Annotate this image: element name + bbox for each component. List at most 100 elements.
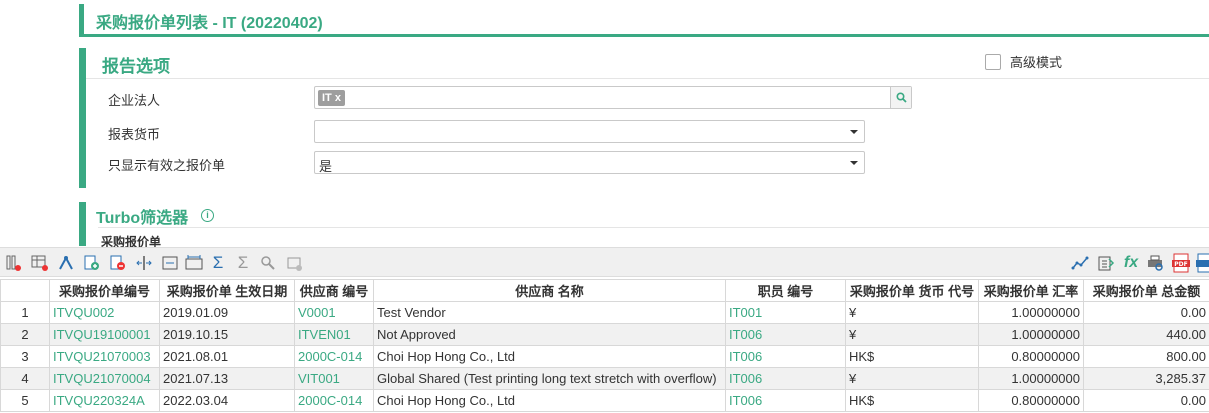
column-header-vendor-name[interactable]: 供应商 名称 — [373, 279, 726, 302]
auto-width-icon[interactable] — [184, 253, 204, 273]
remove-row-icon[interactable] — [108, 253, 128, 273]
vendor-name-cell: Global Shared (Test printing long text s… — [373, 367, 726, 390]
column-header-rate[interactable]: 采购报价单 汇率 — [978, 279, 1084, 302]
xls-icon[interactable] — [1195, 253, 1209, 273]
effective-date-cell: 2019.10.15 — [159, 323, 295, 346]
column-header-effective-date[interactable]: 采购报价单 生效日期 — [159, 279, 295, 302]
currency-cell: ¥ — [845, 301, 979, 324]
vendor-no-link[interactable]: 2000C-014 — [294, 345, 374, 368]
vendor-name-cell: Choi Hop Hong Co., Ltd — [373, 389, 726, 412]
table-header-row: 采购报价单编号 采购报价单 生效日期 供应商 编号 供应商 名称 职员 编号 采… — [0, 279, 1209, 302]
table-row[interactable]: 5 ITVQU220324A 2022.03.04 2000C-014 Choi… — [0, 389, 1209, 412]
search-button[interactable] — [890, 87, 911, 108]
rate-cell: 1.00000000 — [978, 301, 1084, 324]
table-row[interactable]: 3 ITVQU21070003 2021.08.01 2000C-014 Cho… — [0, 345, 1209, 368]
vendor-no-link[interactable]: 2000C-014 — [294, 389, 374, 412]
effective-date-cell: 2019.01.09 — [159, 301, 295, 324]
legal-entity-input[interactable]: IT x — [314, 86, 912, 109]
row-index: 1 — [0, 301, 50, 324]
vendor-no-link[interactable]: VIT001 — [294, 367, 374, 390]
rate-cell: 0.80000000 — [978, 389, 1084, 412]
row-index: 3 — [0, 345, 50, 368]
staff-no-link[interactable]: IT006 — [725, 345, 846, 368]
info-icon[interactable]: i — [201, 209, 214, 222]
vendor-no-link[interactable]: ITVEN01 — [294, 323, 374, 346]
column-header-quote-no[interactable]: 采购报价单编号 — [49, 279, 160, 302]
print-preview-icon[interactable] — [1145, 253, 1165, 273]
total-cell: 440.00 — [1083, 323, 1209, 346]
currency-cell: HK$ — [845, 389, 979, 412]
quote-no-link[interactable]: ITVQU220324A — [49, 389, 160, 412]
row-index: 2 — [0, 323, 50, 346]
legal-entity-label: 企业法人 — [108, 93, 161, 108]
column-header-index — [0, 279, 50, 302]
staff-no-link[interactable]: IT001 — [725, 301, 846, 324]
vendor-name-cell: Choi Hop Hong Co., Ltd — [373, 345, 726, 368]
valid-only-label: 只显示有效之报价单 — [108, 158, 226, 173]
currency-cell: ¥ — [845, 367, 979, 390]
expand-columns-icon[interactable] — [134, 253, 154, 273]
sum-icon[interactable]: Σ — [208, 253, 228, 273]
column-header-currency[interactable]: 采购报价单 货币 代号 — [845, 279, 979, 302]
table-row[interactable]: 2 ITVQU19100001 2019.10.15 ITVEN01 Not A… — [0, 323, 1209, 346]
entity-tag[interactable]: IT x — [318, 90, 345, 106]
export-icon[interactable] — [1096, 253, 1116, 273]
valid-only-select[interactable]: 是 — [314, 151, 865, 174]
sum-off-icon[interactable]: Σ — [233, 253, 253, 273]
quote-no-link[interactable]: ITVQU21070004 — [49, 367, 160, 390]
total-cell: 800.00 — [1083, 345, 1209, 368]
advanced-mode-toggle[interactable]: 高级模式 — [985, 52, 1062, 71]
quote-no-link[interactable]: ITVQU21070003 — [49, 345, 160, 368]
svg-text:PDF: PDF — [1174, 261, 1187, 268]
currency-cell: ¥ — [845, 323, 979, 346]
row-index: 5 — [0, 389, 50, 412]
advanced-mode-label: 高级模式 — [1010, 55, 1063, 70]
column-settings-icon[interactable] — [4, 253, 24, 273]
total-cell: 3,285.37 — [1083, 367, 1209, 390]
report-currency-label: 报表货币 — [108, 127, 161, 142]
rate-cell: 1.00000000 — [978, 323, 1084, 346]
vendor-name-cell: Test Vendor — [373, 301, 726, 324]
vendor-name-cell: Not Approved — [373, 323, 726, 346]
title-underline — [79, 34, 1209, 37]
vendor-no-link[interactable]: V0001 — [294, 301, 374, 324]
valid-only-value: 是 — [319, 159, 333, 174]
add-row-icon[interactable] — [82, 253, 102, 273]
effective-date-cell: 2022.03.04 — [159, 389, 295, 412]
total-cell: 0.00 — [1083, 301, 1209, 324]
effective-date-cell: 2021.08.01 — [159, 345, 295, 368]
row-index: 4 — [0, 367, 50, 390]
table-settings-icon[interactable] — [30, 253, 50, 273]
fit-columns-icon[interactable] — [160, 253, 180, 273]
advanced-mode-checkbox[interactable] — [985, 53, 1001, 70]
table-row[interactable]: 1 ITVQU002 2019.01.09 V0001 Test Vendor … — [0, 301, 1209, 324]
chart-icon[interactable] — [1070, 253, 1090, 273]
column-header-total[interactable]: 采购报价单 总金额 — [1083, 279, 1209, 302]
turbo-filter-title: Turbo筛选器 — [96, 210, 189, 227]
staff-no-link[interactable]: IT006 — [725, 389, 846, 412]
panel-divider — [86, 78, 1209, 79]
quote-no-link[interactable]: ITVQU002 — [49, 301, 160, 324]
column-header-vendor-no[interactable]: 供应商 编号 — [294, 279, 374, 302]
quotation-table: 采购报价单编号 采购报价单 生效日期 供应商 编号 供应商 名称 职员 编号 采… — [0, 279, 1209, 412]
currency-cell: HK$ — [845, 345, 979, 368]
column-header-staff-no[interactable]: 职员 编号 — [725, 279, 846, 302]
group-icon[interactable] — [284, 253, 304, 273]
pdf-icon[interactable]: PDF — [1171, 253, 1191, 273]
page-title: 采购报价单列表 - IT (20220402) — [96, 15, 323, 32]
report-currency-select[interactable] — [314, 120, 865, 143]
quote-no-link[interactable]: ITVQU19100001 — [49, 323, 160, 346]
grid-toolbar: Σ Σ fx PDF — [0, 247, 1209, 277]
table-row[interactable]: 4 ITVQU21070004 2021.07.13 VIT001 Global… — [0, 367, 1209, 390]
search-icon — [895, 92, 907, 103]
staff-no-link[interactable]: IT006 — [725, 323, 846, 346]
rate-cell: 0.80000000 — [978, 345, 1084, 368]
effective-date-cell: 2021.07.13 — [159, 367, 295, 390]
tag-remove-icon[interactable]: x — [335, 92, 341, 104]
turbo-divider — [98, 227, 1209, 228]
show-hidden-icon[interactable] — [258, 253, 278, 273]
run-icon[interactable] — [56, 253, 76, 273]
staff-no-link[interactable]: IT006 — [725, 367, 846, 390]
rate-cell: 1.00000000 — [978, 367, 1084, 390]
formula-icon[interactable]: fx — [1121, 253, 1141, 273]
